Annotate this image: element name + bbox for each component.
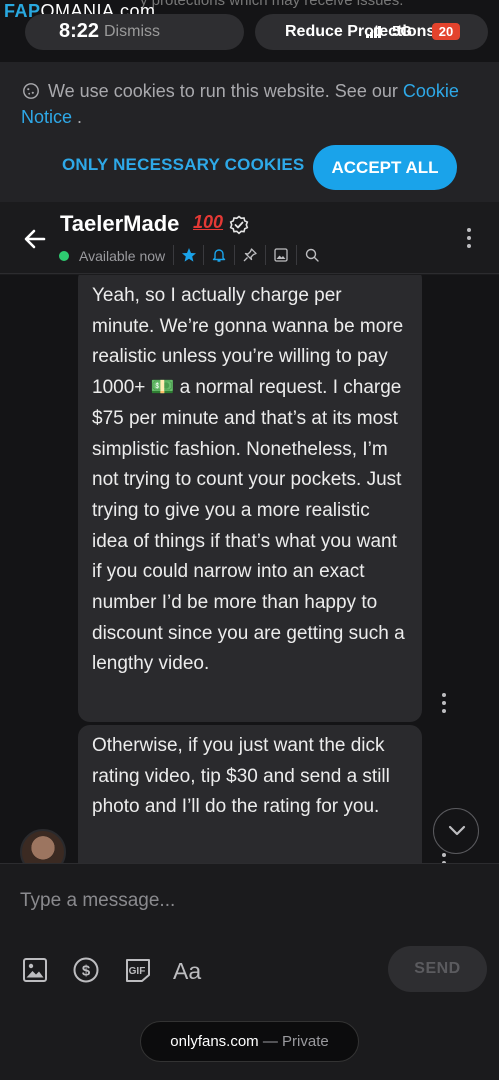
signal-icon <box>366 26 382 38</box>
divider <box>265 245 266 265</box>
divider <box>296 245 297 265</box>
send-button[interactable]: SEND <box>388 946 487 992</box>
contact-name[interactable]: TaelerMade <box>60 211 179 237</box>
dismiss-button[interactable]: Dismiss <box>104 23 160 41</box>
message-bubble[interactable]: Yeah, so I actually charge per minute. W… <box>78 275 422 722</box>
accept-all-button[interactable]: ACCEPT ALL <box>313 145 457 190</box>
divider <box>173 245 174 265</box>
cookie-text: We use cookies to run this website. See … <box>48 81 398 101</box>
cookie-message: We use cookies to run this website. See … <box>21 78 481 130</box>
message-list[interactable]: Yeah, so I actually charge per minute. W… <box>0 275 499 863</box>
message-options-icon[interactable] <box>441 853 447 863</box>
message-input[interactable] <box>20 886 480 916</box>
availability-status: Available now <box>79 248 166 264</box>
verified-icon <box>229 215 249 235</box>
svg-text:$: $ <box>82 963 91 980</box>
divider <box>234 245 235 265</box>
clock: 8:22 <box>59 20 100 42</box>
network-indicator: 5G <box>392 23 413 40</box>
reduce-protections-button[interactable]: Reduce Protections <box>285 23 435 41</box>
private-mode-label: Private <box>282 1033 329 1050</box>
avatar[interactable] <box>20 829 66 863</box>
star-icon[interactable] <box>181 247 197 263</box>
cookie-text-end: . <box>77 107 83 127</box>
image-icon[interactable] <box>22 955 48 985</box>
message-bubble[interactable]: Otherwise, if you just want the dick rat… <box>78 725 422 863</box>
gallery-icon[interactable] <box>273 247 289 263</box>
hundred-emoji: 100 <box>193 212 224 232</box>
pin-icon[interactable] <box>242 247 258 263</box>
gif-icon[interactable]: GIF <box>124 955 152 985</box>
text-format-label: Aa <box>173 958 201 984</box>
chevron-down-icon <box>448 825 466 836</box>
gif-label: GIF <box>129 966 146 977</box>
battery-icon: 20 <box>432 23 460 40</box>
background-page-text: y protections which may receive issues. <box>140 0 404 9</box>
message-options-icon[interactable] <box>441 693 447 717</box>
url-dash: — <box>258 1033 283 1050</box>
search-icon[interactable] <box>304 247 320 263</box>
bell-icon[interactable] <box>211 247 227 263</box>
back-arrow-icon[interactable] <box>22 226 48 252</box>
browser-url-pill[interactable]: onlyfans.com — Private <box>140 1021 359 1062</box>
url-domain: onlyfans.com <box>170 1033 259 1050</box>
text-format-icon[interactable]: Aa <box>172 955 204 985</box>
only-necessary-cookies-button[interactable]: ONLY NECESSARY COOKIES <box>62 155 304 175</box>
more-options-icon[interactable] <box>466 228 472 252</box>
online-status-dot <box>59 251 69 261</box>
tip-dollar-icon[interactable]: $ <box>72 955 100 985</box>
divider <box>203 245 204 265</box>
scroll-to-bottom-button[interactable] <box>433 808 479 854</box>
